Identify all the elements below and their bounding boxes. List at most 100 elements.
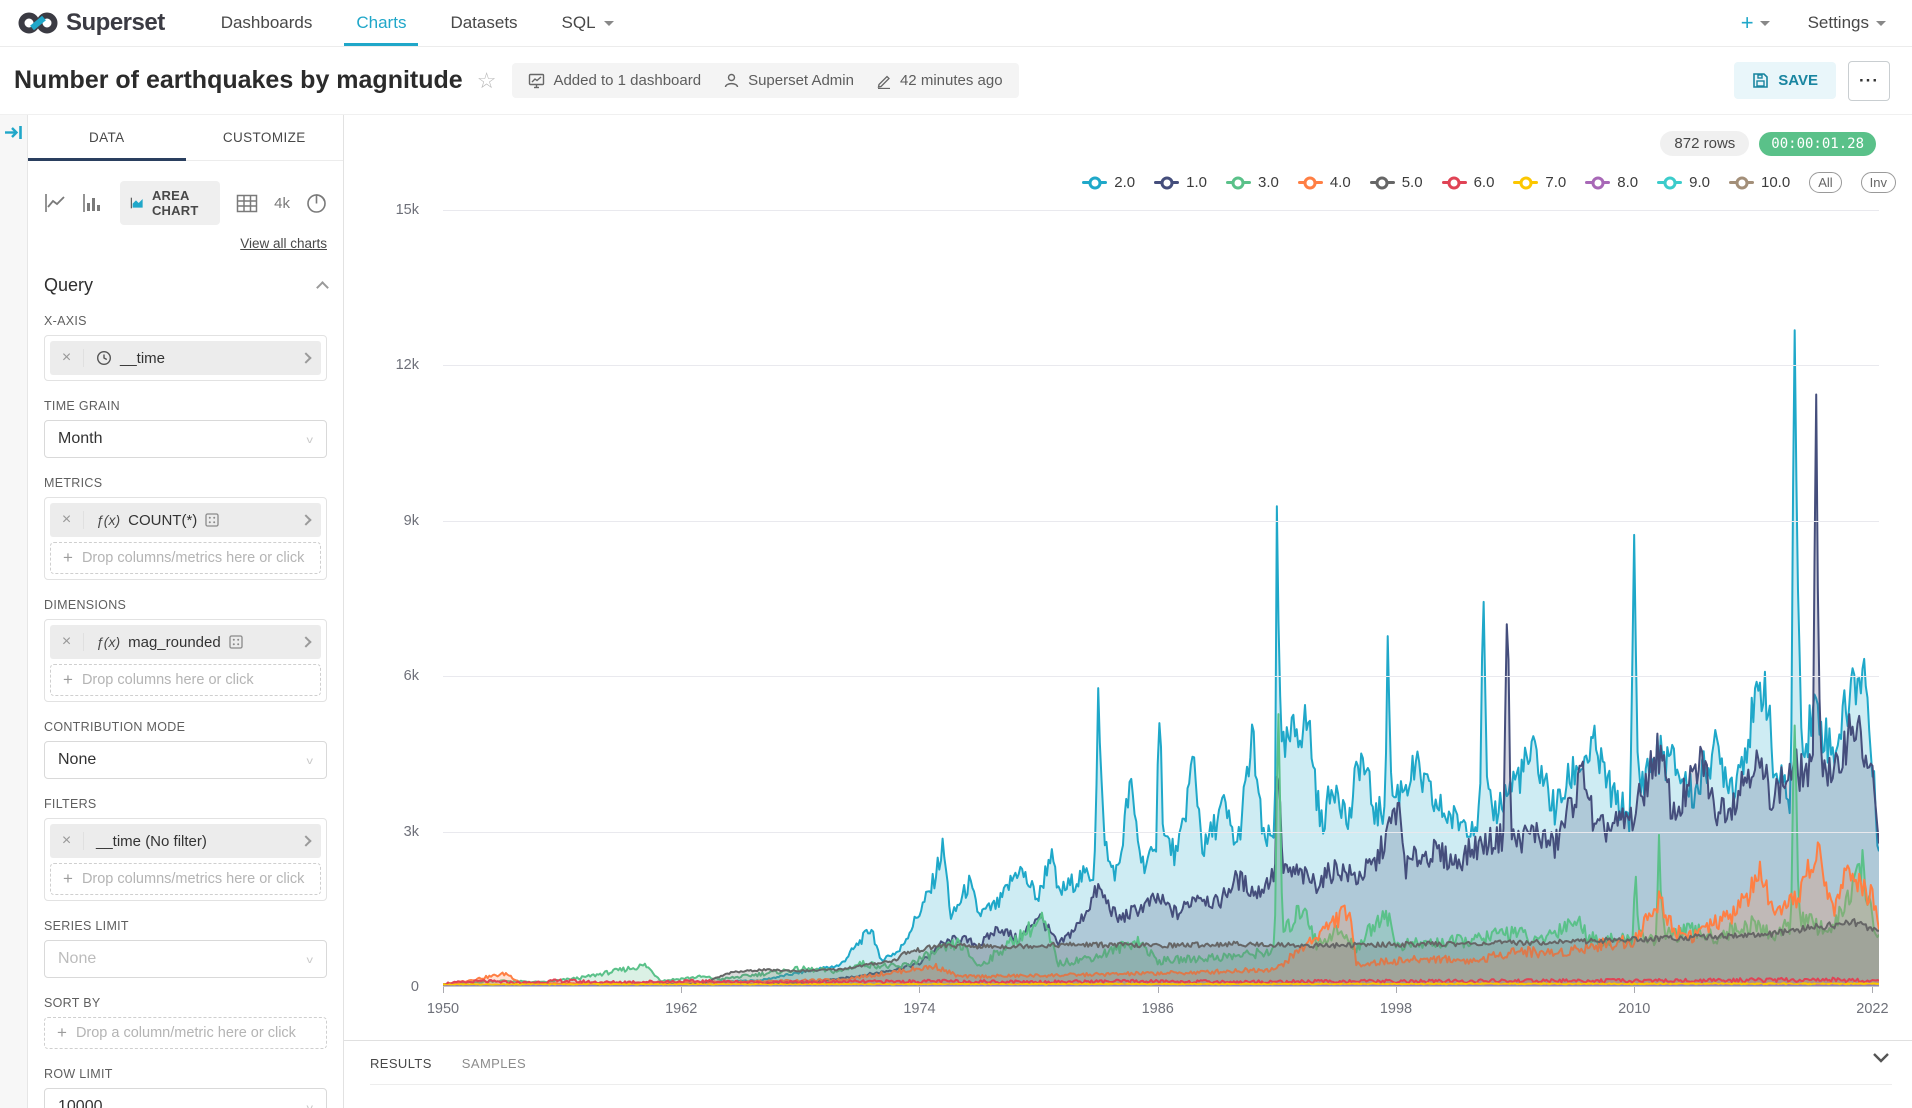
legend-item-1.0[interactable]: 1.0 [1154,174,1207,191]
row-count-badge: 872 rows [1660,131,1749,156]
collapse-results-icon[interactable] [1872,1051,1890,1069]
expand-panel-icon[interactable] [4,125,23,140]
table-chart-icon[interactable] [236,194,258,213]
legend-marker-icon [1154,181,1179,184]
filters-dropzone[interactable]: + Drop columns/metrics here or click [50,863,321,895]
legend-item-9.0[interactable]: 9.0 [1657,174,1710,191]
settings-menu[interactable]: Settings [1808,13,1886,33]
legend-item-8.0[interactable]: 8.0 [1585,174,1638,191]
plus-icon: + [63,548,73,568]
dimensions-dropzone[interactable]: + Drop columns here or click [50,664,321,696]
dashboards-badge[interactable]: Added to 1 dashboard [528,72,701,89]
panel-scroll-area: AREA CHART 4k View all charts Query X-AX… [28,161,343,1108]
function-icon: ƒ(x) [96,512,120,528]
nav-item-dashboards[interactable]: Dashboards [199,0,335,46]
remove-icon[interactable]: × [50,511,84,529]
sort-by-group: SORT BY + Drop a column/metric here or c… [44,996,327,1049]
nav-item-charts[interactable]: Charts [334,0,428,46]
more-options-button[interactable]: ··· [1848,61,1890,101]
function-icon: ƒ(x) [96,634,120,650]
bar-chart-icon[interactable] [82,193,104,213]
sort-by-dropzone[interactable]: + Drop a column/metric here or click [44,1017,327,1049]
collapse-section-icon[interactable] [316,281,329,294]
certified-grid-icon [205,513,219,527]
gridline [443,676,1879,677]
remove-icon[interactable]: × [50,633,84,651]
plus-icon: + [63,670,73,690]
nav-item-datasets[interactable]: Datasets [428,0,539,46]
filters-group: FILTERS × __time (No filter) + Drop colu… [44,797,327,901]
nav-item-sql[interactable]: SQL [540,0,636,46]
chart-legend: 2.0 1.0 3.0 4.0 5.0 6.0 7.0 8.0 9.0 10.0 All Inv [1082,172,1896,193]
legend-item-10.0[interactable]: 10.0 [1729,174,1790,191]
chart-meta-bar: Added to 1 dashboard Superset Admin 42 m… [512,63,1018,98]
chevron-down-icon: v [307,754,314,766]
legend-all-button[interactable]: All [1809,172,1841,193]
row-limit-select[interactable]: 10000 v [44,1088,327,1108]
chevron-down-icon: v [307,1101,314,1108]
metrics-dropzone[interactable]: + Drop columns/metrics here or click [50,542,321,574]
line-chart-icon[interactable] [44,193,66,213]
chevron-down-icon [1760,21,1770,26]
legend-item-7.0[interactable]: 7.0 [1513,174,1566,191]
y-axis-tick-label: 0 [411,979,419,995]
legend-item-6.0[interactable]: 6.0 [1442,174,1495,191]
tab-customize[interactable]: CUSTOMIZE [186,115,344,160]
x-axis-tick-label: 1998 [1380,1001,1412,1017]
pencil-icon [876,73,892,89]
tab-results[interactable]: RESULTS [370,1056,432,1071]
superset-logo[interactable]: Superset [18,0,165,46]
tab-samples[interactable]: SAMPLES [462,1056,526,1071]
top-nav: Superset Dashboards Charts Datasets SQL … [0,0,1912,47]
floppy-disk-icon [1752,72,1769,89]
metric-field[interactable]: × ƒ(x) COUNT(*) [50,503,321,537]
results-pane: RESULTS SAMPLES [344,1040,1912,1108]
save-button[interactable]: SAVE [1734,62,1836,99]
dimension-field[interactable]: × ƒ(x) mag_rounded [50,625,321,659]
brand-name: Superset [66,9,165,37]
series-limit-select[interactable]: None v [44,940,327,978]
chevron-down-icon [604,21,614,26]
favorite-star-icon[interactable]: ☆ [477,68,497,94]
new-item-button[interactable]: + [1741,10,1770,36]
dataset-panel-collapsed [0,115,28,1108]
view-all-charts-link[interactable]: View all charts [240,236,327,251]
x-axis-tick [919,987,920,993]
expand-field-icon[interactable] [291,837,321,845]
owner-badge[interactable]: Superset Admin [723,72,854,89]
viz-type-area-chart[interactable]: AREA CHART [120,181,220,225]
expand-field-icon[interactable] [291,516,321,524]
legend-inv-button[interactable]: Inv [1861,172,1896,193]
chevron-down-icon: v [307,953,314,965]
y-axis-tick-label: 9k [404,513,419,529]
last-modified-badge[interactable]: 42 minutes ago [876,72,1003,89]
filter-field[interactable]: × __time (No filter) [50,824,321,858]
remove-icon[interactable]: × [50,349,84,367]
gridline [443,521,1879,522]
contribution-mode-select[interactable]: None v [44,741,327,779]
legend-marker-icon [1585,181,1610,184]
legend-item-4.0[interactable]: 4.0 [1298,174,1351,191]
x-axis-tick-label: 1974 [903,1001,935,1017]
x-axis-tick-label: 1950 [427,1001,459,1017]
area-chart-svg [443,210,1879,987]
legend-marker-icon [1370,181,1395,184]
plot-area[interactable]: 1950196219741986199820102022 [443,210,1879,987]
expand-field-icon[interactable] [291,638,321,646]
legend-item-5.0[interactable]: 5.0 [1370,174,1423,191]
tab-data[interactable]: DATA [28,115,186,160]
remove-icon[interactable]: × [50,832,84,850]
x-axis-tick-label: 2022 [1856,1001,1888,1017]
time-grain-group: TIME GRAIN Month v [44,399,327,458]
x-axis-tick-label: 1986 [1142,1001,1174,1017]
time-grain-select[interactable]: Month v [44,420,327,458]
chart-area: 872 rows 00:00:01.28 2.01.03.04.05.06.07… [344,115,1912,1040]
legend-item-3.0[interactable]: 3.0 [1226,174,1279,191]
viz-type-4k[interactable]: 4k [274,195,290,212]
area-chart-icon [130,194,144,212]
expand-field-icon[interactable] [291,354,321,362]
legend-item-2.0[interactable]: 2.0 [1082,174,1135,191]
x-axis-field[interactable]: × __time [50,341,321,375]
pie-chart-icon[interactable] [306,193,327,214]
x-axis-tick-label: 1962 [665,1001,697,1017]
